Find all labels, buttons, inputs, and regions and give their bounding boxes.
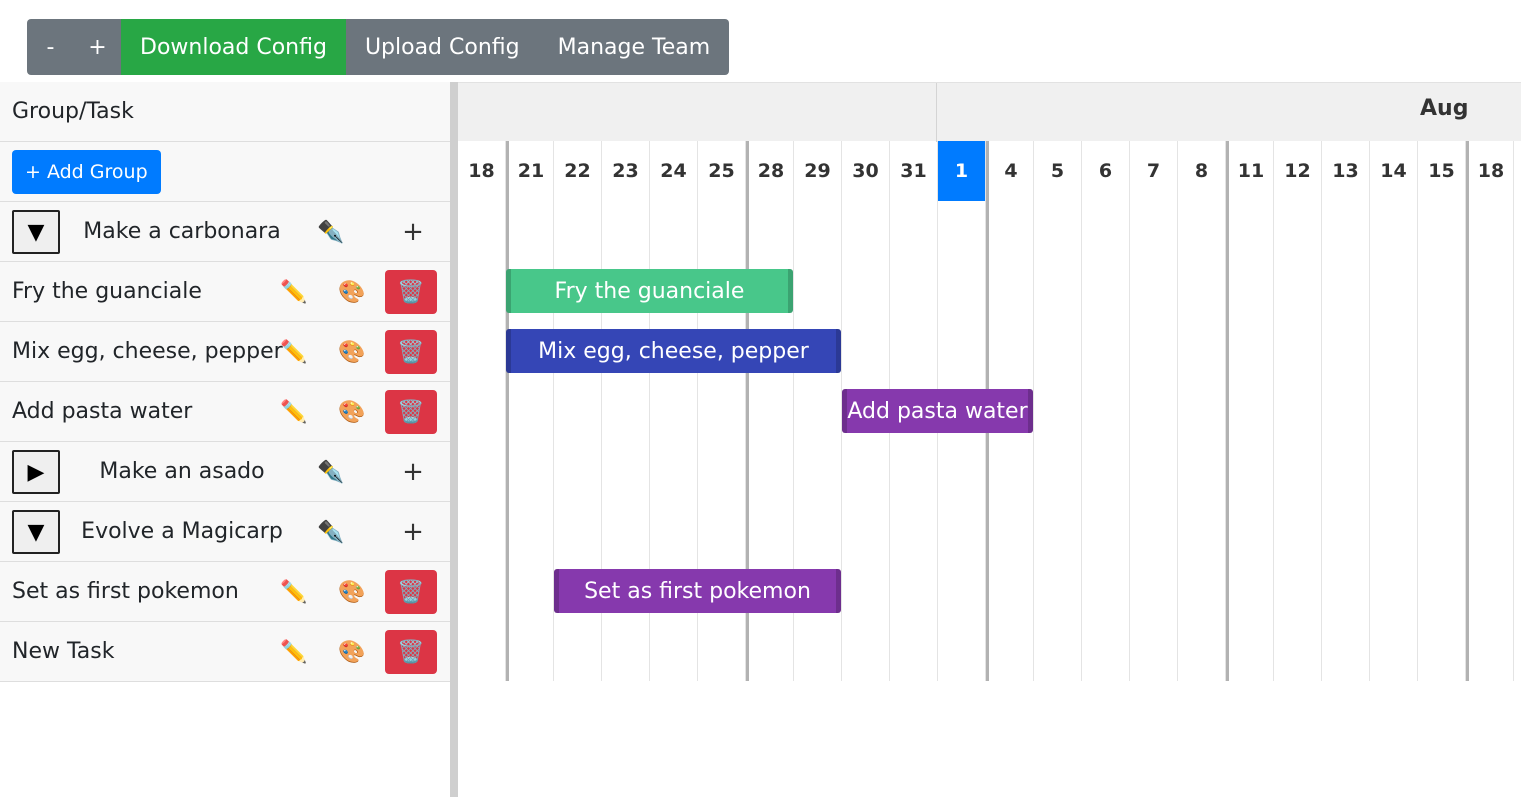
trash-icon[interactable]: 🗑️ bbox=[385, 270, 437, 314]
add-task-button[interactable]: + bbox=[388, 512, 438, 552]
group-name: Make a carbonara bbox=[83, 219, 281, 244]
day-label: 15 bbox=[1428, 160, 1455, 182]
palette-icon[interactable]: 🎨 bbox=[326, 390, 378, 434]
task-row: Set as first pokemon ✏️ 🎨 🗑️ bbox=[0, 562, 450, 622]
task-name: Fry the guanciale bbox=[12, 279, 202, 304]
gantt-grid: 18 21 22 23 24 25 28 29 30 31 1 4 5 6 7 8 11 12 13 14 15 18 Fr… bbox=[458, 141, 1521, 682]
day-label: 7 bbox=[1146, 160, 1161, 182]
edit-pencil-icon[interactable]: ✏️ bbox=[268, 570, 320, 614]
day-label: 12 bbox=[1284, 160, 1311, 182]
add-task-button[interactable]: + bbox=[388, 452, 438, 492]
palette-icon[interactable]: 🎨 bbox=[326, 630, 378, 674]
edit-pencil-icon[interactable]: ✏️ bbox=[268, 390, 320, 434]
day-column: 5 bbox=[1034, 141, 1082, 681]
day-label: 6 bbox=[1098, 160, 1113, 182]
day-label: 14 bbox=[1380, 160, 1407, 182]
day-column: 6 bbox=[1082, 141, 1130, 681]
group-row: ▼ Evolve a Magicarp ✒️ + bbox=[0, 502, 450, 562]
column-header-group-task: Group/Task bbox=[12, 99, 134, 124]
day-label: 4 bbox=[1004, 160, 1018, 182]
day-label: 13 bbox=[1332, 160, 1359, 182]
group-name: Evolve a Magicarp bbox=[81, 519, 283, 544]
trash-icon[interactable]: 🗑️ bbox=[385, 330, 437, 374]
day-column: 13 bbox=[1322, 141, 1370, 681]
day-label: 24 bbox=[660, 160, 687, 182]
task-name: Mix egg, cheese, pepper bbox=[12, 339, 283, 364]
task-bar[interactable]: Mix egg, cheese, pepper bbox=[506, 329, 841, 373]
day-label: 5 bbox=[1050, 160, 1065, 182]
day-column: 18 bbox=[458, 141, 506, 681]
trash-icon[interactable]: 🗑️ bbox=[385, 630, 437, 674]
day-column: 21 bbox=[506, 141, 554, 681]
day-label: 25 bbox=[708, 160, 735, 182]
group-row: ▼ Make a carbonara ✒️ + bbox=[0, 202, 450, 262]
task-row: Add pasta water ✏️ 🎨 🗑️ bbox=[0, 382, 450, 442]
day-label: 8 bbox=[1194, 160, 1209, 182]
palette-icon[interactable]: 🎨 bbox=[326, 570, 378, 614]
task-bar[interactable]: Fry the guanciale bbox=[506, 269, 793, 313]
day-column: 12 bbox=[1274, 141, 1322, 681]
day-column: 11 bbox=[1226, 141, 1274, 681]
task-bar[interactable]: Add pasta water bbox=[842, 389, 1033, 433]
day-column: 8 bbox=[1178, 141, 1226, 681]
task-list-panel: Group/Task + Add Group ▼ Make a carbonara… bbox=[0, 82, 450, 797]
day-label: 18 bbox=[1477, 160, 1505, 182]
collapse-toggle-button[interactable]: ▼ bbox=[12, 510, 60, 554]
day-label: 18 bbox=[468, 160, 495, 182]
group-row: ▶ Make an asado ✒️ + bbox=[0, 442, 450, 502]
month-header: Aug bbox=[458, 82, 1521, 142]
toolbar: - + Download Config Upload Config Manage… bbox=[27, 19, 730, 75]
upload-config-button[interactable]: Upload Config bbox=[346, 19, 539, 75]
collapse-toggle-button[interactable]: ▶ bbox=[12, 450, 60, 494]
download-config-button[interactable]: Download Config bbox=[121, 19, 346, 75]
task-row: Fry the guanciale ✏️ 🎨 🗑️ bbox=[0, 262, 450, 322]
day-column: 14 bbox=[1370, 141, 1418, 681]
group-name: Make an asado bbox=[99, 459, 265, 484]
day-column: 7 bbox=[1130, 141, 1178, 681]
day-column: 18 bbox=[1466, 141, 1514, 681]
day-label: 22 bbox=[564, 160, 591, 182]
month-divider bbox=[936, 83, 937, 142]
add-group-row: + Add Group bbox=[0, 142, 450, 202]
edit-pencil-icon[interactable]: ✏️ bbox=[268, 330, 320, 374]
task-name: Add pasta water bbox=[12, 399, 193, 424]
day-column: 15 bbox=[1418, 141, 1466, 681]
edit-group-pen-icon[interactable]: ✒️ bbox=[306, 452, 356, 492]
edit-group-pen-icon[interactable]: ✒️ bbox=[306, 512, 356, 552]
day-label: 31 bbox=[900, 160, 927, 182]
manage-team-button[interactable]: Manage Team bbox=[539, 19, 730, 75]
day-label: 23 bbox=[612, 160, 639, 182]
day-label: 11 bbox=[1237, 160, 1265, 182]
task-list-header: Group/Task bbox=[0, 82, 450, 142]
task-name: New Task bbox=[12, 639, 115, 664]
day-label: 21 bbox=[517, 160, 545, 182]
task-row: New Task ✏️ 🎨 🗑️ bbox=[0, 622, 450, 682]
gantt-chart: Aug 18 21 22 23 24 25 28 29 30 31 1 4 5 6 7 8 11 12 13 14 15… bbox=[458, 82, 1521, 797]
task-bar[interactable]: Set as first pokemon bbox=[554, 569, 841, 613]
task-row: Mix egg, cheese, pepper ✏️ 🎨 🗑️ bbox=[0, 322, 450, 382]
trash-icon[interactable]: 🗑️ bbox=[385, 390, 437, 434]
collapse-toggle-button[interactable]: ▼ bbox=[12, 210, 60, 254]
edit-pencil-icon[interactable]: ✏️ bbox=[268, 630, 320, 674]
today-day-label: 1 bbox=[938, 141, 985, 201]
edit-group-pen-icon[interactable]: ✒️ bbox=[306, 212, 356, 252]
zoom-out-button[interactable]: - bbox=[27, 19, 74, 75]
add-group-button[interactable]: + Add Group bbox=[12, 150, 161, 194]
palette-icon[interactable]: 🎨 bbox=[326, 270, 378, 314]
month-label: Aug bbox=[1420, 96, 1469, 121]
day-label: 30 bbox=[852, 160, 879, 182]
palette-icon[interactable]: 🎨 bbox=[326, 330, 378, 374]
zoom-in-button[interactable]: + bbox=[74, 19, 121, 75]
add-task-button[interactable]: + bbox=[388, 212, 438, 252]
edit-pencil-icon[interactable]: ✏️ bbox=[268, 270, 320, 314]
day-label: 28 bbox=[757, 160, 785, 182]
trash-icon[interactable]: 🗑️ bbox=[385, 570, 437, 614]
task-name: Set as first pokemon bbox=[12, 579, 239, 604]
panel-splitter[interactable] bbox=[450, 82, 458, 797]
day-label: 29 bbox=[804, 160, 831, 182]
